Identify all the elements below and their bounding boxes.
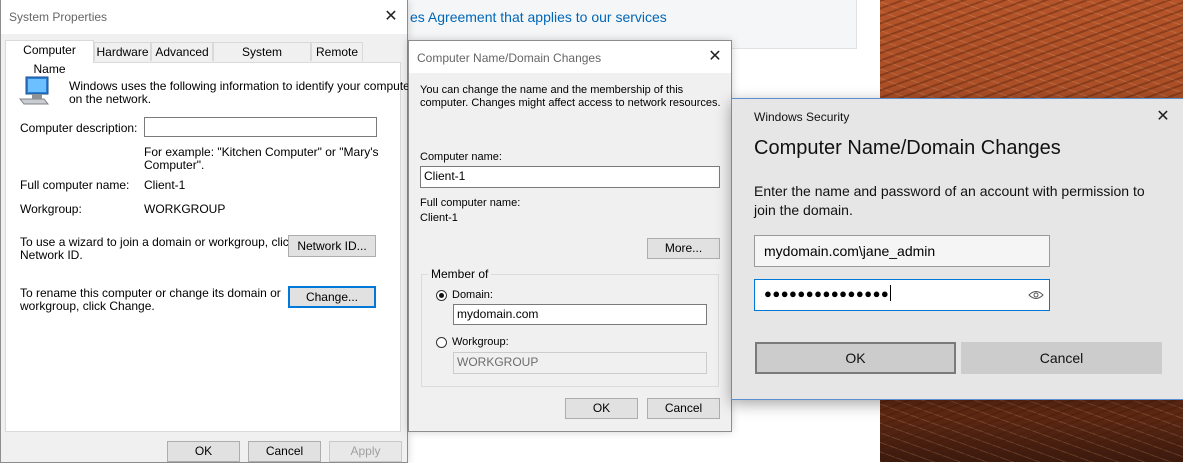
tab-hardware[interactable]: Hardware (94, 42, 151, 61)
computer-icon (18, 75, 52, 107)
intro-text-line2: on the network. (69, 92, 152, 106)
example-text-line1: For example: "Kitchen Computer" or "Mary… (144, 145, 379, 159)
domain-radio[interactable] (436, 290, 447, 301)
workgroup-radio[interactable] (436, 337, 447, 348)
computer-name-changes-dialog: Computer Name/Domain Changes ✕ You can c… (408, 40, 732, 432)
domain-field[interactable]: mydomain.com (453, 304, 707, 325)
workgroup-label: Workgroup: (452, 336, 509, 348)
ok-button[interactable]: OK (167, 441, 240, 462)
tab-remote[interactable]: Remote (311, 42, 363, 61)
workgroup-value: WORKGROUP (144, 202, 226, 216)
username-field[interactable]: mydomain.com\jane_admin (754, 235, 1050, 267)
rename-text-line2: workgroup, click Change. (20, 299, 155, 313)
description-field[interactable] (144, 117, 377, 137)
ok-button[interactable]: OK (565, 398, 638, 419)
dialog-heading: Computer Name/Domain Changes (754, 137, 1061, 159)
workgroup-label: Workgroup: (20, 202, 82, 216)
windows-security-dialog: Windows Security ✕ Computer Name/Domain … (731, 98, 1183, 400)
cancel-button[interactable]: Cancel (961, 342, 1162, 374)
radio-selected-dot (439, 293, 444, 298)
full-name-value: Client-1 (144, 178, 186, 192)
rename-text-line1: To rename this computer or change its do… (20, 286, 281, 300)
computer-name-panel: Windows uses the following information t… (5, 62, 414, 432)
title-bar: Computer Name/Domain Changes ✕ (409, 41, 731, 73)
tab-computer-name[interactable]: Computer Name (5, 40, 94, 76)
tab-system-protection[interactable]: System Protection (213, 42, 311, 78)
tab-strip: Computer Name Hardware Advanced System P… (5, 40, 401, 78)
intro-text-line1: Windows uses the following information t… (69, 79, 414, 93)
title-bar: System Properties ✕ (1, 0, 407, 34)
full-name-label: Full computer name: (20, 178, 130, 192)
reveal-password-eye-icon[interactable] (1028, 289, 1044, 301)
dialog-title: Computer Name/Domain Changes (417, 51, 602, 65)
dialog-title: Windows Security (754, 110, 850, 124)
description-label: Computer description: (20, 121, 138, 135)
close-icon[interactable]: ✕ (1150, 104, 1176, 130)
apply-button[interactable]: Apply (329, 441, 402, 462)
tab-advanced[interactable]: Advanced (151, 42, 213, 61)
workgroup-field[interactable]: WORKGROUP (453, 352, 707, 374)
intro-text-line1: You can change the name and the membersh… (420, 84, 684, 96)
network-id-button[interactable]: Network ID... (288, 235, 376, 257)
cancel-button[interactable]: Cancel (248, 441, 321, 462)
ok-button[interactable]: OK (755, 342, 956, 374)
password-field[interactable]: ●●●●●●●●●●●●●●● (754, 279, 1050, 311)
change-button[interactable]: Change... (288, 286, 376, 308)
domain-label: Domain: (452, 289, 493, 301)
system-properties-dialog: System Properties ✕ Computer Name Hardwa… (0, 0, 414, 463)
example-text-line2: Computer". (144, 158, 205, 172)
member-of-label: Member of (428, 267, 492, 281)
computer-name-field[interactable]: Client-1 (420, 166, 720, 188)
more-button[interactable]: More... (647, 238, 720, 259)
close-icon[interactable]: ✕ (702, 44, 728, 70)
member-of-group: Member of Domain: mydomain.com Workgroup… (421, 267, 719, 387)
close-icon[interactable]: ✕ (378, 4, 404, 30)
cancel-button[interactable]: Cancel (647, 398, 720, 419)
wizard-text-line2: Network ID. (20, 248, 83, 262)
wizard-text-line1: To use a wizard to join a domain or work… (20, 235, 295, 249)
agreement-link[interactable]: es Agreement that applies to our service… (410, 9, 667, 25)
full-name-label: Full computer name: (420, 197, 521, 209)
instruction-text: Enter the name and password of an accoun… (754, 183, 1145, 218)
computer-name-label: Computer name: (420, 151, 502, 163)
dialog-title: System Properties (9, 10, 108, 24)
password-dots: ●●●●●●●●●●●●●●● (764, 286, 890, 301)
intro-text-line2: computer. Changes might affect access to… (420, 97, 721, 109)
full-name-value: Client-1 (420, 212, 458, 224)
text-caret (890, 285, 892, 301)
